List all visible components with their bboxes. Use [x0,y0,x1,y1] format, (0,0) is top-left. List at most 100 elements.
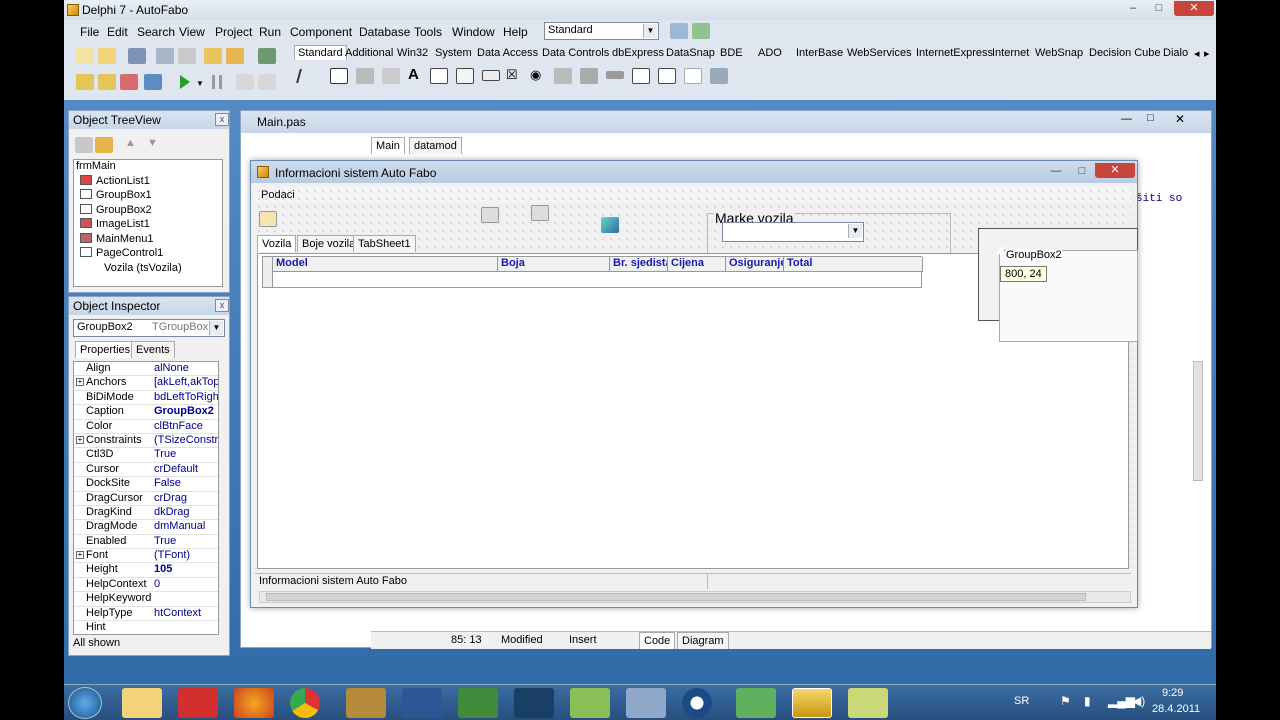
groupbox2-rect[interactable]: GroupBox2 [999,249,1138,342]
minimize-button[interactable]: – [1120,1,1146,16]
property-value[interactable]: crDrag [154,492,187,504]
run-icon[interactable] [180,75,190,89]
language-indicator[interactable]: SR [1014,695,1029,707]
form-horizontal-scrollbar[interactable] [259,591,1131,603]
property-row[interactable]: + Font (TFont) [74,549,218,564]
mainmenu-icon[interactable] [356,68,374,84]
new-icon[interactable] [76,48,94,64]
view-unit-icon[interactable] [76,74,94,90]
property-value[interactable]: crDefault [154,463,198,475]
form-maximize[interactable]: □ [1069,164,1095,179]
step-over-icon[interactable] [258,74,276,90]
menu-help[interactable]: Help [503,25,528,39]
combobox-tool-icon[interactable] [580,68,598,84]
tree-item[interactable]: ActionList1 [74,174,222,190]
palette-tab-internetexpress[interactable]: InternetExpress [916,47,993,59]
battery-icon[interactable]: ▮ [1084,694,1091,708]
property-value[interactable]: htContext [154,607,201,619]
memo-tool-icon[interactable] [456,68,474,84]
frames-icon[interactable] [330,68,348,84]
clock-time[interactable]: 9:29 [1162,687,1183,699]
menu-component[interactable]: Component [290,25,352,39]
menu-podaci[interactable]: Podaci [261,189,295,201]
palette-scroll-right[interactable]: ▸ [1204,47,1210,60]
editor-file-tab[interactable]: Main.pas [257,115,306,129]
expand-icon[interactable]: + [76,378,84,387]
tab-tabsheet1[interactable]: TabSheet1 [353,235,416,252]
save-all-icon[interactable] [156,48,174,64]
property-row[interactable]: + Anchors [akLeft,akTop [74,376,218,391]
desktop-set-icon[interactable] [692,23,710,39]
palette-tab-interbase[interactable]: InterBase [796,47,843,59]
arrow-down-icon[interactable]: ▼ [147,137,158,149]
property-value[interactable]: [akLeft,akTop [154,376,218,388]
tab-boje-vozila[interactable]: Boje vozila [297,235,361,252]
menu-edit[interactable]: Edit [107,25,128,39]
palette-tab-standard[interactable]: Standard [294,45,347,60]
desktop-save-icon[interactable] [670,23,688,39]
people-icon[interactable] [736,688,776,718]
property-grid[interactable]: Align alNone + Anchors [akLeft,akTop BiDiMode… [73,361,219,635]
save-icon[interactable] [128,48,146,64]
expand-icon[interactable]: + [76,551,84,560]
close-icon[interactable]: x [215,299,229,312]
tab-diagram[interactable]: Diagram [677,632,729,649]
view-form-icon[interactable] [98,74,116,90]
property-row[interactable]: Height 105 [74,563,218,578]
mainmenu-component-icon[interactable] [481,207,499,223]
arrow-up-icon[interactable]: ▲ [125,137,136,149]
maximize-button[interactable]: □ [1146,1,1172,16]
palette-tab-websnap[interactable]: WebSnap [1035,47,1083,59]
column-boja[interactable]: Boja [498,257,610,272]
close-icon[interactable]: x [215,113,229,126]
menu-database[interactable]: Database [359,25,410,39]
palette-scroll-left[interactable]: ◂ [1194,47,1200,60]
close-button[interactable]: ✕ [1174,1,1214,16]
app-icon[interactable] [570,688,610,718]
button-tool-icon[interactable] [482,70,500,81]
tab-events[interactable]: Events [131,341,175,358]
palette-tab-dbexpress[interactable]: dbExpress [612,47,664,59]
property-value[interactable]: False [154,477,181,489]
actionlist-tool-icon[interactable] [710,68,728,84]
property-row[interactable]: DockSite False [74,477,218,492]
palette-tab-additional[interactable]: Additional [345,47,393,59]
toggle-form-unit-icon[interactable] [120,74,138,90]
palette-tab-ado[interactable]: ADO [758,47,782,59]
palette-tab-internet[interactable]: Internet [992,47,1029,59]
palette-tab-webservices[interactable]: WebServices [847,47,912,59]
palette-tab-decision-cube[interactable]: Decision Cube [1089,47,1161,59]
delete-item-icon[interactable] [95,137,113,153]
run-dropdown-icon[interactable]: ▼ [196,79,204,88]
property-value[interactable]: clBtnFace [154,420,203,432]
signal-icon[interactable]: ▂▄▆ [1108,694,1135,708]
property-value[interactable]: (TSizeConstra [154,434,218,446]
property-row[interactable]: DragMode dmManual [74,520,218,535]
mts-icon[interactable] [178,688,218,718]
palette-tab-bde[interactable]: BDE [720,47,743,59]
toolbar-brush-icon[interactable] [259,211,277,227]
popupmenu-icon[interactable] [382,68,400,84]
property-value[interactable]: True [154,535,176,547]
property-value[interactable]: dkDrag [154,506,189,518]
vozila-grid[interactable]: Model Boja Br. sjedista Cijena Osiguranj… [262,256,923,288]
unit-tab-main[interactable]: Main [371,137,405,154]
remove-file-icon[interactable] [226,48,244,64]
property-row[interactable]: Cursor crDefault [74,463,218,478]
photoshop-icon[interactable] [514,688,554,718]
column-cijena[interactable]: Cijena [668,257,726,272]
groupbox-tool-icon[interactable] [632,68,650,84]
flag-icon[interactable]: ⚑ [1060,694,1071,708]
property-value[interactable]: 0 [154,578,160,590]
tab-properties[interactable]: Properties [75,341,136,358]
menu-file[interactable]: File [80,25,99,39]
notes-icon[interactable] [848,688,888,718]
clock-date[interactable]: 28.4.2011 [1152,703,1200,715]
open-project-icon[interactable] [178,48,196,64]
property-row[interactable]: BiDiMode bdLeftToRigh [74,391,218,406]
desktop-layout-combo[interactable]: Standard ▼ [544,22,659,40]
listbox-tool-icon[interactable] [554,68,572,84]
new-item-icon[interactable] [75,137,93,153]
unit-tab-datamod[interactable]: datamod [409,137,462,154]
tree-item[interactable]: GroupBox1 [74,189,222,204]
